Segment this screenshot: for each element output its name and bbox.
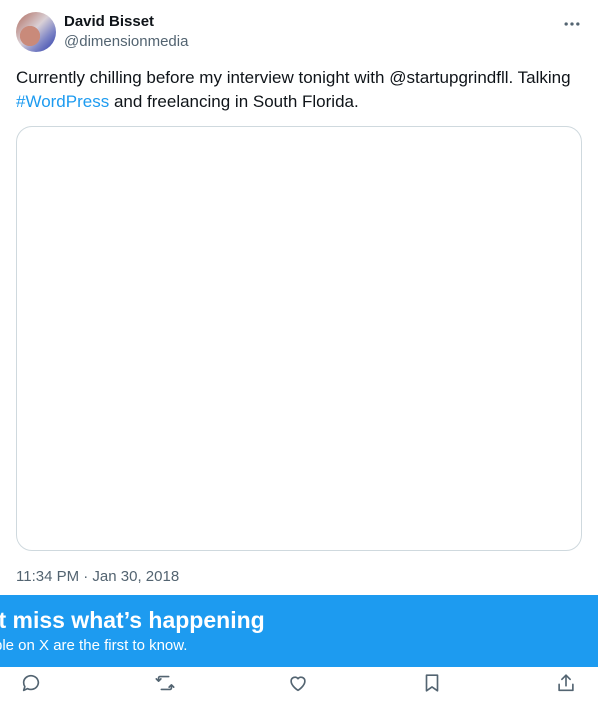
retweet-icon[interactable] [152,670,178,696]
tweet-text-end: and freelancing in South Florida. [109,92,359,111]
share-icon[interactable] [553,670,579,696]
banner-subtitle: ple on X are the first to know. [0,637,188,654]
like-icon[interactable] [285,670,311,696]
banner-title: n’t miss what’s happening [0,607,265,633]
tweet-text: Currently chilling before my interview t… [16,66,582,114]
reply-icon[interactable] [18,670,44,696]
bookmark-icon[interactable] [419,670,445,696]
avatar[interactable] [16,12,56,52]
more-options-icon[interactable] [562,14,582,34]
tweet-timestamp[interactable]: 11:34 PM · Jan 30, 2018 [16,567,179,587]
hashtag-link[interactable]: #WordPress [16,92,109,111]
signup-banner: n’t miss what’s happening ple on X are t… [0,595,598,667]
action-bar [0,667,598,704]
tweet-text-start: Currently chilling before my interview t… [16,68,571,87]
tweet-header: David Bisset @dimensionmedia [16,12,582,52]
media-card[interactable] [16,126,582,551]
author-handle[interactable]: @dimensionmedia [64,33,188,51]
author-name[interactable]: David Bisset [64,13,154,31]
